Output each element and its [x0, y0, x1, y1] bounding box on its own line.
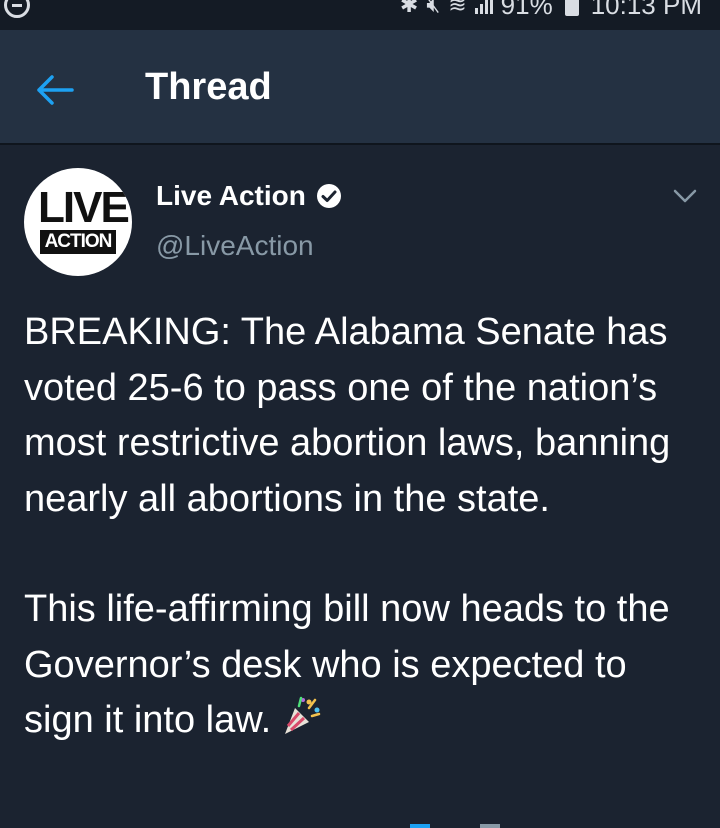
- verified-badge-icon: [316, 184, 341, 208]
- author-name[interactable]: Live Action: [156, 180, 306, 212]
- wifi-icon: ≋: [448, 0, 467, 17]
- minus-circle-icon: [4, 0, 30, 18]
- bluetooth-icon: ✱: [399, 0, 419, 17]
- status-bar: ✱ 🔇︎ ≋ 91% 10:13 PM: [0, 0, 720, 30]
- avatar-logo-line2: ACTION: [40, 230, 116, 254]
- tweet-paragraph-2: This life-affirming bill now heads to th…: [24, 588, 670, 741]
- back-button[interactable]: [34, 68, 78, 112]
- battery-percent: 91%: [500, 0, 553, 20]
- app-header: Thread: [0, 30, 720, 145]
- avatar-logo-line1: LIVE: [38, 183, 130, 232]
- party-popper-icon: [285, 696, 321, 734]
- mute-icon: 🔇︎: [426, 0, 441, 17]
- status-icons: ✱ 🔇︎ ≋ 91% 10:13 PM: [400, 0, 702, 20]
- clock: 10:13 PM: [590, 0, 702, 20]
- back-arrow-icon: [37, 75, 74, 105]
- avatar[interactable]: LIVE ACTION: [24, 168, 132, 276]
- tweet-paragraph-1: BREAKING: The Alabama Senate has voted 2…: [24, 311, 671, 520]
- page-title: Thread: [145, 66, 272, 108]
- author-name-row[interactable]: Live Action: [156, 180, 342, 212]
- author-handle[interactable]: @LiveAction: [156, 230, 314, 262]
- chevron-down-icon[interactable]: [672, 186, 698, 206]
- signal-icon: [474, 0, 493, 14]
- tweet-paragraph-2-wrap: This life-affirming bill now heads to th…: [24, 582, 704, 749]
- battery-icon: [564, 0, 579, 16]
- partial-icons-row: [410, 824, 500, 828]
- tweet-body: BREAKING: The Alabama Senate has voted 2…: [24, 305, 704, 749]
